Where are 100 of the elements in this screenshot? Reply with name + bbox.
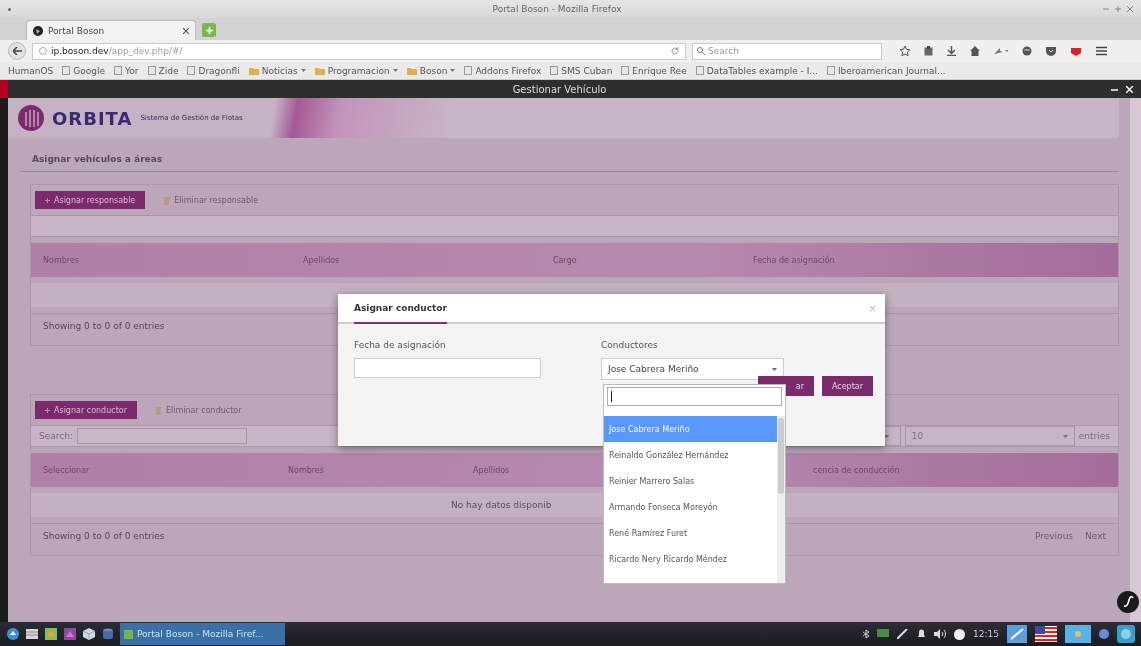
start-icon[interactable] <box>6 627 20 641</box>
page-icon <box>62 66 71 75</box>
browser-tab[interactable]: Portal Boson <box>26 20 196 40</box>
dropdown-search-field[interactable] <box>607 387 782 406</box>
field-label: Conductores <box>601 340 659 350</box>
back-arrow-icon <box>12 47 22 55</box>
bookmark-link[interactable]: Programacion <box>327 65 390 76</box>
page-icon <box>550 66 559 75</box>
bookmark-link[interactable]: Noticias <box>261 65 298 76</box>
caret-icon <box>392 69 398 72</box>
scrollbar[interactable] <box>1130 98 1141 622</box>
pen-icon[interactable] <box>897 629 910 639</box>
dot-icon <box>8 7 11 11</box>
window-title: Portal Boson - Mozilla Firefox <box>491 4 623 14</box>
database-icon[interactable] <box>101 627 115 641</box>
empty-message: No hay datos disponib <box>451 500 552 510</box>
address-bar[interactable]: ip.boson.dev/app_dev.php/#/ <box>32 42 686 60</box>
bookmark-link[interactable]: DataTables example - I... <box>706 65 818 76</box>
bookmark-link[interactable]: SMS Cuban <box>561 65 613 76</box>
text-cursor <box>611 391 612 402</box>
scrollbar-thumb[interactable] <box>778 418 784 494</box>
app-icon[interactable] <box>1117 625 1135 643</box>
assign-button[interactable]: Asignar conductor <box>35 401 137 419</box>
close-icon[interactable] <box>183 27 189 34</box>
taskbar-window-button[interactable]: Portal Boson - Mozilla Firef... <box>120 623 285 645</box>
graphics-icon[interactable] <box>63 627 77 641</box>
bookmark-link[interactable]: Iberoamerican Journal... <box>837 65 946 76</box>
bookmark-link[interactable]: Boson <box>419 65 448 76</box>
dropdown-option[interactable]: René Ramírez Furet <box>604 520 777 546</box>
star-icon[interactable] <box>900 46 910 56</box>
window-accent-bar <box>0 80 8 98</box>
entries-info: Showing 0 to 0 of 0 entries <box>43 320 165 331</box>
extension-icon[interactable] <box>1070 46 1082 56</box>
dropdown-option[interactable]: Ricardo Nery Ricardo Méndez <box>604 546 777 572</box>
globe-icon[interactable] <box>1099 629 1109 639</box>
bookmark-link[interactable]: Addons Firefox <box>475 65 542 76</box>
dialog-title: Gestionar Vehículo <box>511 83 608 95</box>
bookmark-link[interactable]: Enrique Ree <box>632 65 687 76</box>
window-icon <box>124 629 133 639</box>
trash-icon <box>163 195 171 205</box>
plus-icon <box>45 407 50 413</box>
home-icon[interactable] <box>970 46 980 56</box>
menu-icon[interactable] <box>1096 46 1107 56</box>
caret-icon <box>450 69 456 72</box>
date-field[interactable] <box>354 358 541 378</box>
folder-icon <box>314 66 325 75</box>
entries-info: Showing 0 to 0 of 0 entries <box>43 530 165 541</box>
circle-icon[interactable] <box>954 628 966 640</box>
entries-label: entries <box>1078 431 1110 441</box>
toolbar-badge-icon[interactable] <box>1117 591 1139 613</box>
scrollbar[interactable] <box>777 416 785 583</box>
volume-icon[interactable] <box>934 629 947 639</box>
search-icon <box>697 47 705 55</box>
clipboard-icon[interactable] <box>924 46 933 56</box>
caret-icon <box>772 367 777 371</box>
page-icon <box>621 66 630 75</box>
clock[interactable]: 12:15 <box>973 629 999 639</box>
bookmark-link[interactable]: Zide <box>158 65 179 76</box>
url-text: ip.boson.dev/app_dev.php/#/ <box>51 46 183 56</box>
assign-button[interactable]: Asignar responsable <box>35 191 146 209</box>
modal-title: Asignar conductor <box>354 294 447 324</box>
search-label: Search: <box>39 431 73 441</box>
monitor-icon[interactable] <box>877 629 890 639</box>
reload-icon[interactable] <box>671 47 679 55</box>
section-title: Asignar vehículos a áreas <box>20 146 1119 172</box>
pocket-icon[interactable] <box>1046 46 1056 56</box>
editor-icon[interactable] <box>1007 625 1027 643</box>
info-icon <box>39 47 47 55</box>
bell-icon[interactable] <box>917 629 927 639</box>
page-icon <box>147 66 156 75</box>
back-button[interactable] <box>8 42 26 60</box>
page-icon <box>464 66 473 75</box>
search-field[interactable] <box>76 428 247 444</box>
logo-icon <box>18 105 44 131</box>
driver-select[interactable]: Jose Cabrera Meriño <box>601 358 784 380</box>
search-placeholder: Search <box>708 46 739 56</box>
field-label: Fecha de asignación <box>354 340 447 350</box>
bluetooth-icon[interactable] <box>863 629 870 639</box>
bookmark-link[interactable]: Dragonfli <box>198 65 240 76</box>
accept-button[interactable]: Aceptar <box>821 376 873 396</box>
bookmark-link[interactable]: Yor <box>125 65 139 76</box>
flag-icon[interactable] <box>1035 626 1057 642</box>
dropdown-option[interactable]: Armando Fonseca Moreyón <box>604 494 777 520</box>
plus-icon <box>205 26 213 34</box>
download-icon[interactable] <box>947 46 956 56</box>
file-manager-icon[interactable] <box>25 627 39 641</box>
dropdown-option[interactable]: Reinier Marrero Salas <box>604 468 777 494</box>
media-icon[interactable] <box>44 627 58 641</box>
tab-title: Portal Boson <box>48 25 106 36</box>
page-icon <box>695 66 704 75</box>
dropdown-option[interactable]: Reinaldo González Hernández <box>604 442 777 468</box>
caret-icon <box>1062 434 1068 438</box>
cube-icon[interactable] <box>82 627 96 641</box>
trash-icon <box>155 405 162 415</box>
folder-icon <box>248 66 259 75</box>
page-icon <box>187 66 196 75</box>
share-icon[interactable] <box>994 46 1008 56</box>
globe-icon <box>33 25 43 36</box>
bookmark-link[interactable]: HumanOS <box>8 65 54 76</box>
bookmark-link[interactable]: Google <box>73 65 105 76</box>
